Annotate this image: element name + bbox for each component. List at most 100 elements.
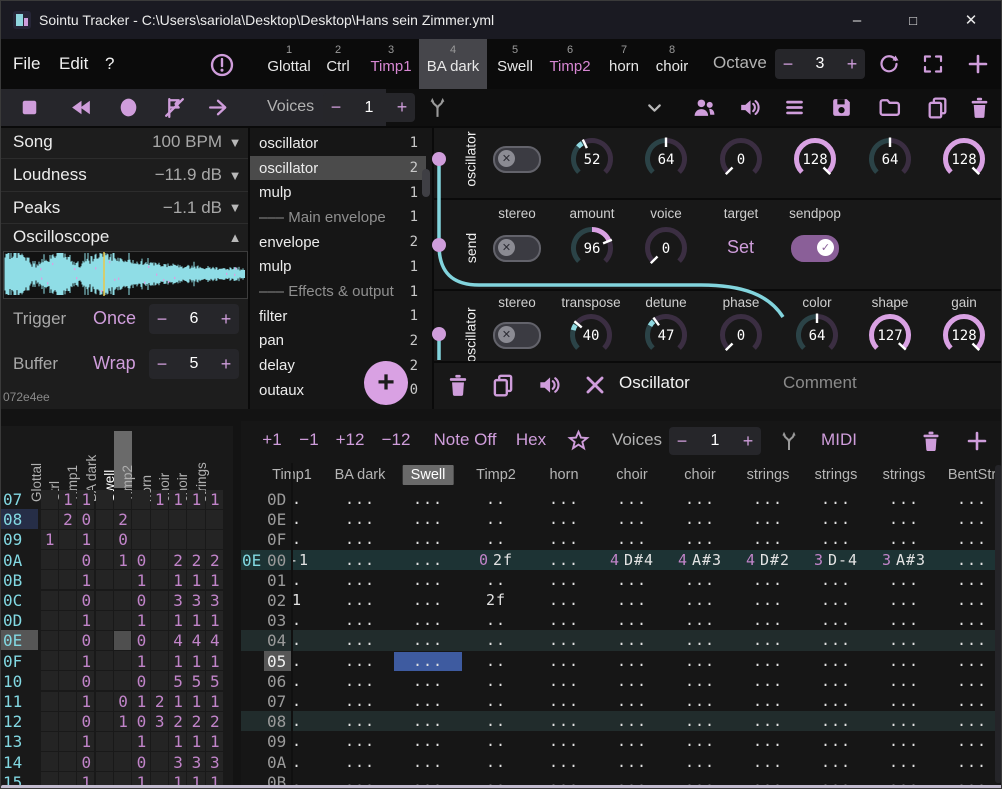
order-cell[interactable] <box>41 651 58 670</box>
order-cell[interactable] <box>96 692 113 711</box>
note-cell[interactable]: ... <box>802 591 870 609</box>
trash-icon[interactable] <box>967 95 992 120</box>
note-cell[interactable]: ... <box>666 591 734 609</box>
note-cell[interactable]: ... <box>326 551 394 569</box>
note-cell[interactable]: ... <box>734 732 802 750</box>
voices-plus-button[interactable]: + <box>389 97 415 118</box>
order-cell[interactable] <box>114 490 131 509</box>
note-cell[interactable]: ... <box>530 652 598 670</box>
note-cell[interactable]: ... <box>394 753 462 771</box>
param-knob[interactable]: 128 <box>940 135 988 183</box>
order-cell[interactable] <box>151 671 168 690</box>
order-cell[interactable] <box>96 591 113 610</box>
order-cell[interactable] <box>59 732 76 751</box>
gain-knob[interactable]: 128 <box>940 311 988 359</box>
note-cell[interactable]: .. <box>462 530 530 548</box>
maximize-button[interactable]: □ <box>890 1 936 39</box>
order-cell[interactable] <box>41 510 58 529</box>
users-icon[interactable] <box>692 95 717 120</box>
note-cell[interactable]: .. <box>290 571 326 589</box>
order-cell[interactable] <box>96 651 113 670</box>
note-cell[interactable]: .. <box>462 652 530 670</box>
trigger-mode-button[interactable]: Once <box>93 308 136 329</box>
note-cell[interactable]: ... <box>938 571 1002 589</box>
note-cell[interactable]: ... <box>530 530 598 548</box>
order-cell[interactable] <box>59 591 76 610</box>
loop-icon[interactable] <box>877 52 901 76</box>
order-cell[interactable] <box>41 752 58 771</box>
order-cell[interactable] <box>59 570 76 589</box>
note-cell[interactable]: ... <box>802 631 870 649</box>
save-icon[interactable] <box>829 95 854 120</box>
order-cell[interactable] <box>41 671 58 690</box>
order-cell[interactable] <box>114 671 131 690</box>
folder-icon[interactable] <box>877 95 902 120</box>
note-cell[interactable]: ... <box>802 510 870 528</box>
unit-list-item--Effects-output[interactable]: ––– Effects & output1 <box>250 279 426 304</box>
order-row-number[interactable]: 09 <box>3 530 22 549</box>
note-cell[interactable]: ... <box>666 753 734 771</box>
note-cell[interactable]: ... <box>394 712 462 730</box>
unit-list-item-mulp[interactable]: mulp1 <box>250 255 426 280</box>
order-row-number[interactable]: 07 <box>3 490 22 509</box>
order-table[interactable]: GlottalCtrlTimp1BA darkSwellTimp2horncho… <box>1 426 233 786</box>
trigger-minus-button[interactable]: − <box>149 309 175 330</box>
order-cell[interactable] <box>41 772 58 786</box>
note-cell[interactable]: 4D#2 <box>734 551 802 569</box>
order-cell[interactable] <box>59 712 76 731</box>
note-cell[interactable]: ... <box>394 672 462 690</box>
order-cell[interactable] <box>151 591 168 610</box>
volume-icon[interactable] <box>536 372 562 398</box>
copy-icon[interactable] <box>490 372 516 398</box>
order-cell[interactable] <box>151 570 168 589</box>
signal-split-icon[interactable] <box>425 95 450 120</box>
instrument-tab-glottal[interactable]: 1Glottal <box>263 39 315 89</box>
note-cell[interactable]: ... <box>394 510 462 528</box>
order-cell[interactable] <box>114 651 131 670</box>
note-cell[interactable]: ... <box>326 712 394 730</box>
order-row-number[interactable]: 12 <box>3 712 22 731</box>
buffer-mode-button[interactable]: Wrap <box>93 353 136 374</box>
order-cell[interactable] <box>96 510 113 529</box>
note-cell[interactable]: ... <box>326 672 394 690</box>
note-cell[interactable]: ... <box>938 611 1002 629</box>
order-cell[interactable] <box>187 510 204 529</box>
note-cell[interactable]: ... <box>326 652 394 670</box>
note-cell[interactable]: ... <box>530 490 598 508</box>
note-cell[interactable]: .. <box>290 510 326 528</box>
target-set-button[interactable]: Set <box>727 237 754 258</box>
note-cell[interactable]: .. <box>462 510 530 528</box>
note-cell[interactable]: ... <box>394 490 462 508</box>
note-cell[interactable]: ... <box>870 652 938 670</box>
note-cell[interactable]: 4D#4 <box>598 551 666 569</box>
note-cell[interactable]: ... <box>530 712 598 730</box>
note-cell[interactable]: ... <box>394 551 462 569</box>
note-cell[interactable]: ... <box>734 611 802 629</box>
order-row-number[interactable]: 0C <box>3 591 22 610</box>
param-knob[interactable]: 128 <box>791 135 839 183</box>
order-row-number[interactable]: 14 <box>3 753 22 772</box>
instrument-tab-swell[interactable]: 5Swell <box>490 39 540 89</box>
note-cell[interactable]: ... <box>734 591 802 609</box>
menu-icon[interactable] <box>782 95 807 120</box>
note-cell[interactable]: ... <box>870 591 938 609</box>
editor-row-number[interactable]: 02 <box>267 591 286 610</box>
note-cell[interactable]: 4A#3 <box>666 551 734 569</box>
instrument-tab-choir[interactable]: 8choir <box>648 39 696 89</box>
note-cell[interactable]: .. <box>462 732 530 750</box>
order-cell[interactable] <box>114 570 131 589</box>
note-cell[interactable]: ... <box>938 510 1002 528</box>
order-row-number[interactable]: 0E <box>3 631 22 650</box>
order-cell[interactable] <box>114 772 131 786</box>
note-cell[interactable]: ... <box>326 510 394 528</box>
editor-row-number[interactable]: 05 <box>267 652 286 671</box>
octave-plus-button[interactable]: + <box>839 54 865 75</box>
note-cell[interactable]: 02f <box>462 551 530 569</box>
note-cell[interactable]: ... <box>666 510 734 528</box>
unit-list-item-mulp[interactable]: mulp1 <box>250 180 426 205</box>
note-cell[interactable]: ... <box>394 591 462 609</box>
param-knob[interactable]: 52 <box>568 135 616 183</box>
note-cell[interactable]: .. <box>290 672 326 690</box>
unit-list-item-oscillator[interactable]: oscillator1 <box>250 131 426 156</box>
warning-icon[interactable] <box>209 52 235 78</box>
